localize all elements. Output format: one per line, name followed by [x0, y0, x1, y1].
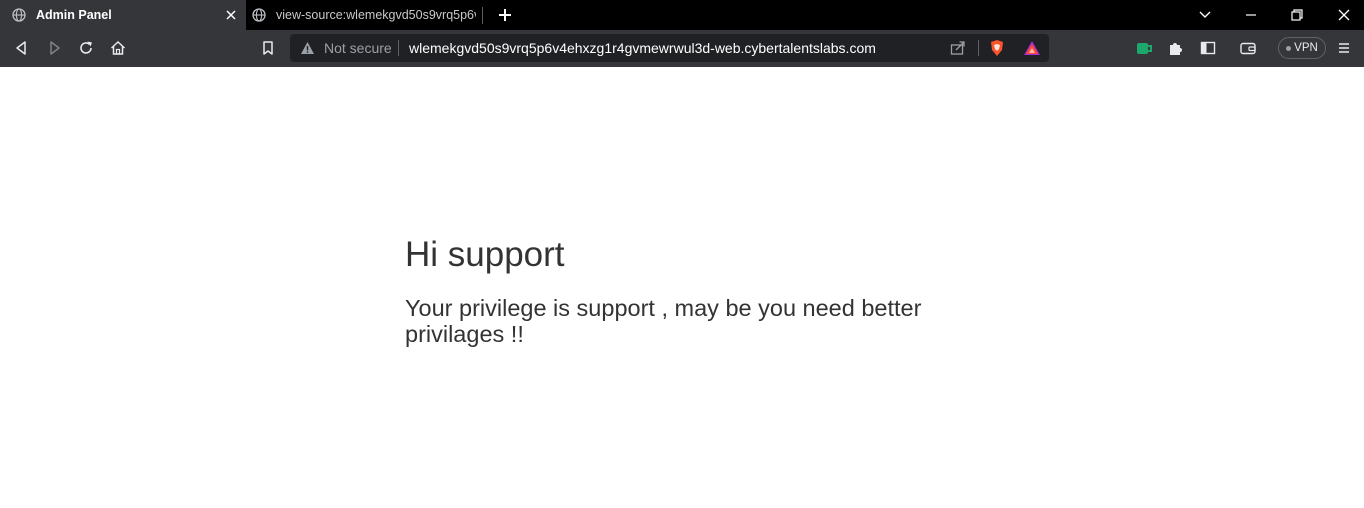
address-bar[interactable]: Not secure wlemekgvd50s9vrq5p6v4ehxzg1r4… [290, 34, 1049, 62]
vpn-label: VPN [1294, 42, 1318, 54]
privilege-message: Your privilege is support , may be you n… [405, 295, 922, 347]
minimize-button[interactable] [1241, 5, 1261, 25]
vpn-button[interactable]: VPN [1278, 37, 1326, 59]
sidebar-icon [1200, 41, 1216, 55]
restore-button[interactable] [1287, 5, 1307, 25]
tab-view-source[interactable]: view-source:wlemekgvd50s9vrq5p6v4ehxzg1r… [246, 0, 482, 30]
browser-toolbar: Not secure wlemekgvd50s9vrq5p6v4ehxzg1r4… [0, 30, 1364, 67]
page-content: Hi support Your privilege is support , m… [0, 67, 1364, 508]
plus-icon [499, 9, 511, 21]
reload-icon [80, 41, 92, 54]
tab-title: view-source:wlemekgvd50s9vrq5p6v4ehxzg1r… [276, 8, 476, 22]
warning-icon[interactable] [300, 41, 315, 55]
minimize-icon [1246, 14, 1256, 16]
bookmark-button[interactable] [259, 39, 277, 57]
new-tab-button[interactable] [496, 6, 514, 24]
omnibox-divider [978, 40, 979, 56]
tab-title: Admin Panel [36, 8, 112, 22]
tab-divider [482, 7, 483, 24]
extensions-button[interactable] [1167, 39, 1185, 57]
wallet-button[interactable] [1239, 39, 1257, 57]
wallet-icon [1240, 42, 1256, 55]
brave-shields-icon[interactable] [988, 39, 1006, 57]
globe-icon [12, 8, 26, 22]
forward-arrow-icon [50, 41, 60, 55]
browser-window: Admin Panel view-source:wlemekgvd50s9vrq… [0, 0, 1364, 508]
brave-rewards-icon[interactable] [1023, 39, 1041, 57]
bookmark-icon [263, 41, 273, 55]
tab-admin-panel[interactable]: Admin Panel [0, 0, 246, 30]
close-window-button[interactable] [1334, 5, 1354, 25]
vpn-status-dot [1286, 45, 1292, 51]
home-icon [110, 40, 126, 55]
page-heading: Hi support [405, 235, 565, 274]
extension-green-icon [1137, 43, 1152, 54]
omnibox-divider [398, 40, 399, 56]
puzzle-icon [1170, 43, 1182, 55]
tab-search-button[interactable] [1195, 5, 1215, 25]
url-text[interactable]: wlemekgvd50s9vrq5p6v4ehxzg1r4gvmewrwul3d… [409, 40, 876, 56]
reload-button[interactable] [77, 39, 95, 57]
back-button[interactable] [13, 39, 31, 57]
extension-button[interactable] [1135, 39, 1153, 57]
globe-icon [252, 8, 266, 22]
restore-icon [1291, 9, 1303, 21]
sidebar-button[interactable] [1199, 39, 1217, 57]
close-icon [1338, 9, 1350, 21]
home-button[interactable] [109, 39, 127, 57]
close-icon[interactable] [224, 8, 238, 22]
menu-button[interactable] [1335, 39, 1353, 57]
hamburger-menu-icon [1339, 43, 1349, 53]
tab-strip: Admin Panel view-source:wlemekgvd50s9vrq… [0, 0, 1364, 30]
share-icon[interactable] [949, 39, 967, 57]
security-status[interactable]: Not secure [324, 40, 392, 56]
back-arrow-icon [16, 41, 26, 55]
chevron-down-icon [1199, 11, 1211, 18]
forward-button[interactable] [45, 39, 63, 57]
